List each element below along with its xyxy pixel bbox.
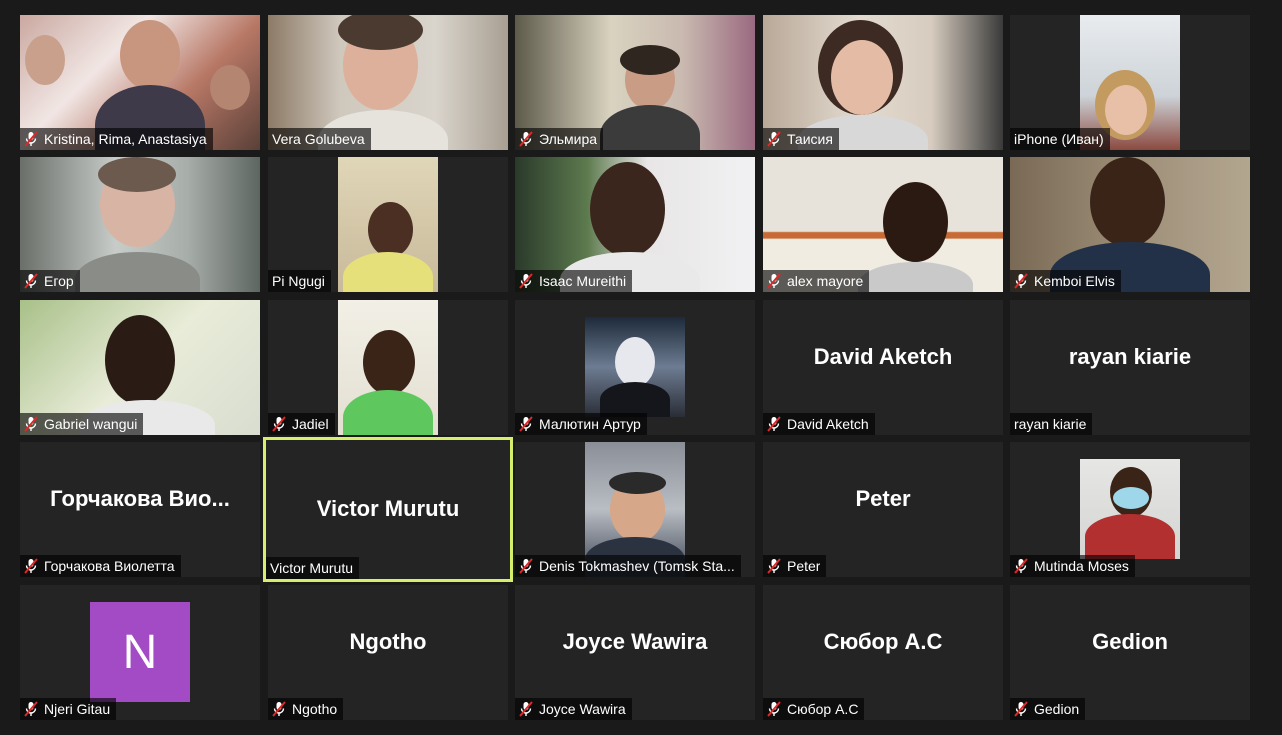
participant-name-label: Горчакова Виолетта [20, 555, 181, 577]
mic-muted-icon [767, 416, 781, 432]
participant-name-label: Эльмира [515, 128, 604, 150]
participant-name-label: Victor Murutu [266, 557, 359, 579]
participant-display-name: Peter [855, 486, 911, 511]
video-tile[interactable]: David Aketch David Aketch [763, 300, 1003, 435]
participant-display-name: Горчакова Вио... [50, 486, 230, 511]
mic-muted-icon [519, 701, 533, 717]
participant-name-label: Denis Tokmashev (Tomsk Sta... [515, 555, 741, 577]
mic-muted-icon [24, 416, 38, 432]
video-tile[interactable]: Горчакова Вио... Горчакова Виолетта [20, 442, 260, 577]
participant-name-label: Kristina, Rima, Anastasiya [20, 128, 213, 150]
video-tile[interactable]: Ngotho Ngotho [268, 585, 508, 720]
video-tile[interactable]: Jadiel [268, 300, 508, 435]
mic-muted-icon [767, 273, 781, 289]
participant-display-name: Gedion [1092, 629, 1168, 654]
mic-muted-icon [767, 131, 781, 147]
video-tile[interactable]: rayan kiarie rayan kiarie [1010, 300, 1250, 435]
participant-name-label: iPhone (Иван) [1010, 128, 1110, 150]
participant-name-label: Jadiel [268, 413, 335, 435]
participant-video [1080, 459, 1180, 559]
mic-muted-icon [519, 416, 533, 432]
participant-name-label: Mutinda Moses [1010, 555, 1135, 577]
mic-muted-icon [24, 558, 38, 574]
participant-name-label: Сюбор А.С [763, 698, 865, 720]
video-tile[interactable]: Isaac Mureithi [515, 157, 755, 292]
video-tile[interactable]: Peter Peter [763, 442, 1003, 577]
participant-name-label: Егор [20, 270, 80, 292]
participant-name-label: rayan kiarie [1010, 413, 1093, 435]
participant-display-name: Ngotho [349, 629, 427, 654]
mic-muted-icon [1014, 558, 1028, 574]
video-tile[interactable]: Kemboi Elvis [1010, 157, 1250, 292]
participant-name-label: Isaac Mureithi [515, 270, 633, 292]
video-tile[interactable]: Joyce Wawira Joyce Wawira [515, 585, 755, 720]
participant-name-label: Gedion [1010, 698, 1086, 720]
avatar-initial: N [90, 602, 190, 702]
participant-display-name: Joyce Wawira [562, 629, 708, 654]
video-tile[interactable]: iPhone (Иван) [1010, 15, 1250, 150]
video-tile[interactable]: Mutinda Moses [1010, 442, 1250, 577]
participant-display-name: David Aketch [813, 344, 953, 369]
video-tile[interactable]: Vera Golubeva [268, 15, 508, 150]
video-tile[interactable]: Gedion Gedion [1010, 585, 1250, 720]
video-tile[interactable]: N Njeri Gitau [20, 585, 260, 720]
mic-muted-icon [767, 558, 781, 574]
participant-display-name: Victor Murutu [316, 496, 460, 521]
participant-video [338, 157, 438, 292]
participant-video [338, 300, 438, 435]
video-tile[interactable]: Таисия [763, 15, 1003, 150]
mic-muted-icon [1014, 701, 1028, 717]
participant-name-label: Njeri Gitau [20, 698, 117, 720]
participant-display-name: rayan kiarie [1068, 344, 1192, 369]
participant-name-label: David Aketch [763, 413, 875, 435]
participant-name-label: Vera Golubeva [268, 128, 371, 150]
participant-display-name: Сюбор А.С [823, 629, 943, 654]
participant-name-label: Таисия [763, 128, 839, 150]
mic-muted-icon [24, 131, 38, 147]
video-tile[interactable]: alex mayore [763, 157, 1003, 292]
video-tile[interactable]: Сюбор А.С Сюбор А.С [763, 585, 1003, 720]
video-tile[interactable]: Pi Ngugi [268, 157, 508, 292]
participant-name-label: Peter [763, 555, 827, 577]
video-tile[interactable]: Denis Tokmashev (Tomsk Sta... [515, 442, 755, 577]
participant-name-label: Ngotho [268, 698, 344, 720]
participant-name-label: alex mayore [763, 270, 870, 292]
participant-name-label: Gabriel wangui [20, 413, 144, 435]
video-tile[interactable]: Егор [20, 157, 260, 292]
mic-muted-icon [24, 701, 38, 717]
participant-name-label: Joyce Wawira [515, 698, 632, 720]
participant-name-label: Kemboi Elvis [1010, 270, 1121, 292]
mic-muted-icon [767, 701, 781, 717]
video-tile[interactable]: Gabriel wangui [20, 300, 260, 435]
participant-name-label: Малютин Артур [515, 413, 647, 435]
video-tile[interactable]: Малютин Артур [515, 300, 755, 435]
mic-muted-icon [519, 273, 533, 289]
mic-muted-icon [24, 273, 38, 289]
mic-muted-icon [519, 558, 533, 574]
video-tile[interactable]: Эльмира [515, 15, 755, 150]
active-speaker-tile[interactable]: Victor Murutu Victor Murutu [263, 437, 513, 582]
mic-muted-icon [272, 701, 286, 717]
mic-muted-icon [519, 131, 533, 147]
mic-muted-icon [272, 416, 286, 432]
mic-muted-icon [1014, 273, 1028, 289]
profile-picture [585, 317, 685, 417]
video-tile[interactable]: Kristina, Rima, Anastasiya [20, 15, 260, 150]
participant-name-label: Pi Ngugi [268, 270, 331, 292]
